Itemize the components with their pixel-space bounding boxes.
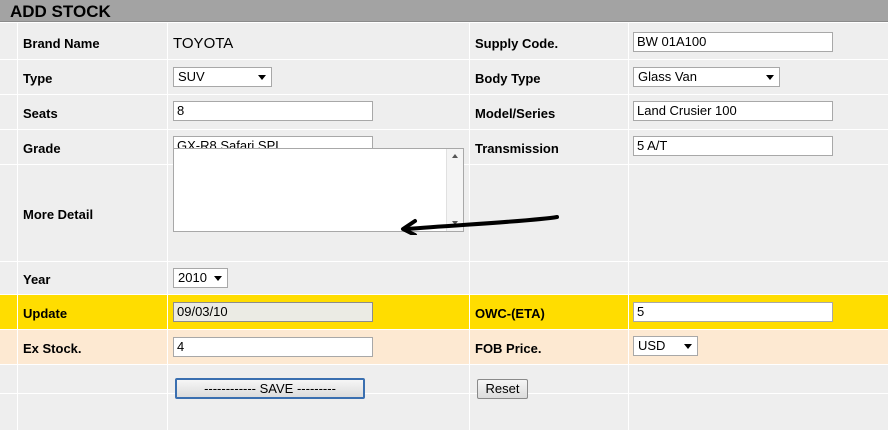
- dropdown-arrow-icon: [214, 276, 222, 281]
- transmission-input[interactable]: 5 A/T: [633, 136, 833, 156]
- update-label: Update: [23, 306, 68, 321]
- ex-stock-label: Ex Stock.: [23, 341, 82, 356]
- owc-eta-label: OWC-(ETA): [475, 306, 545, 321]
- seats-label: Seats: [23, 106, 58, 121]
- type-select-value: SUV: [178, 69, 205, 84]
- dropdown-arrow-icon: [684, 344, 692, 349]
- scroll-up-icon: [452, 154, 458, 158]
- body-type-select[interactable]: Glass Van: [633, 67, 780, 87]
- dropdown-arrow-icon: [766, 75, 774, 80]
- ex-stock-row: [0, 330, 888, 364]
- type-label: Type: [23, 71, 53, 86]
- update-input[interactable]: 09/03/10: [173, 302, 373, 322]
- model-series-label: Model/Series: [475, 106, 556, 121]
- seats-input[interactable]: 8: [173, 101, 373, 121]
- ex-stock-input[interactable]: 4: [173, 337, 373, 357]
- form-header: ADD STOCK: [0, 0, 888, 22]
- body-type-label: Body Type: [475, 71, 541, 86]
- brand-name-value: TOYOTA: [173, 35, 234, 52]
- dropdown-arrow-icon: [258, 75, 266, 80]
- fob-price-label: FOB Price.: [475, 341, 542, 356]
- owc-eta-input[interactable]: 5: [633, 302, 833, 322]
- year-select-value: 2010: [178, 270, 207, 285]
- type-select[interactable]: SUV: [173, 67, 272, 87]
- body-type-select-value: Glass Van: [638, 69, 698, 84]
- fob-price-select[interactable]: USD: [633, 336, 698, 356]
- supply-code-label: Supply Code.: [475, 36, 559, 51]
- reset-button[interactable]: Reset: [477, 379, 528, 399]
- arrow-annotation-icon: [401, 215, 559, 235]
- grade-label: Grade: [23, 141, 61, 156]
- model-series-input[interactable]: Land Crusier 100: [633, 101, 833, 121]
- year-label: Year: [23, 272, 51, 287]
- supply-code-input[interactable]: BW 01A100: [633, 32, 833, 52]
- save-button[interactable]: ------------ SAVE ---------: [175, 378, 365, 399]
- transmission-label: Transmission: [475, 141, 559, 156]
- brand-name-label: Brand Name: [23, 36, 100, 51]
- fob-price-select-value: USD: [638, 338, 666, 353]
- year-select[interactable]: 2010: [173, 268, 228, 288]
- form-title: ADD STOCK: [10, 2, 111, 21]
- more-detail-label: More Detail: [23, 207, 94, 222]
